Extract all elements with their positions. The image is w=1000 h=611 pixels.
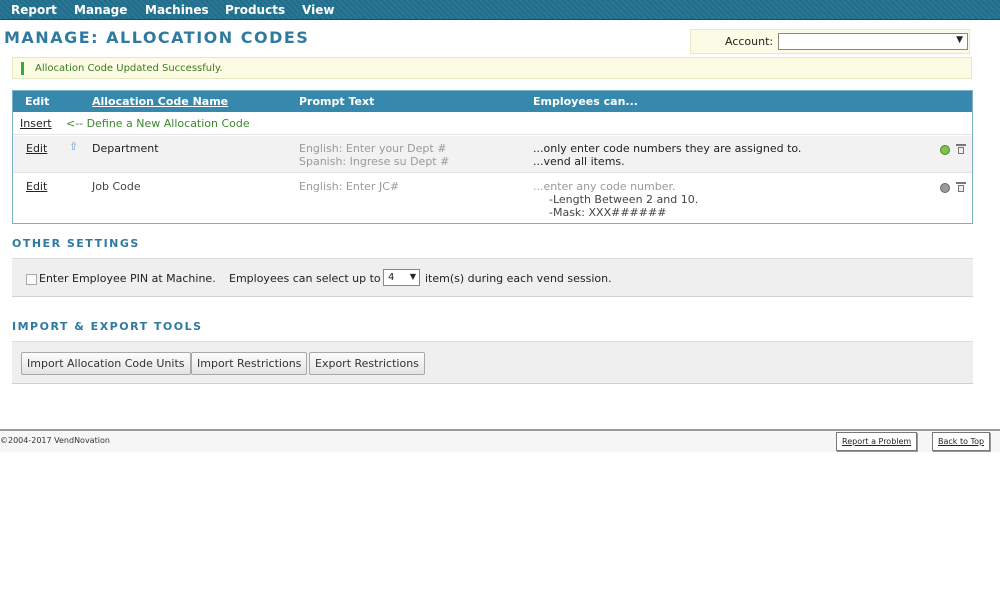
- nav-item-machines[interactable]: Machines: [145, 3, 209, 17]
- insert-link[interactable]: Insert: [20, 117, 52, 130]
- nav-item-view[interactable]: View: [302, 3, 334, 17]
- copyright: ©2004-2017 VendNovation: [0, 436, 110, 445]
- code-name: Department: [92, 142, 159, 155]
- import-allocation-units-button[interactable]: Import Allocation Code Units: [21, 352, 191, 375]
- code-name: Job Code: [92, 180, 141, 193]
- top-nav: Report Manage Machines Products View: [0, 0, 1000, 20]
- pin-label: Enter Employee PIN at Machine.: [39, 272, 216, 285]
- column-header-employees: Employees can...: [533, 95, 638, 108]
- max-items-value: 4: [388, 272, 395, 283]
- tools-panel: Import Allocation Code Units Import Rest…: [12, 341, 973, 384]
- allocation-codes-table: Edit Allocation Code Name Prompt Text Em…: [12, 90, 973, 224]
- success-alert: Allocation Code Updated Successfuly.: [12, 57, 972, 79]
- status-inactive-icon[interactable]: [940, 183, 950, 193]
- pin-checkbox[interactable]: [26, 274, 37, 285]
- column-header-name-sort[interactable]: Allocation Code Name: [92, 95, 228, 108]
- success-indicator: [21, 62, 24, 75]
- max-items-select[interactable]: 4 ▼: [383, 269, 420, 286]
- select-prefix: Employees can select up to: [229, 272, 381, 285]
- table-header: Edit Allocation Code Name Prompt Text Em…: [13, 91, 972, 112]
- prompt-text: Spanish: Ingrese su Dept #: [299, 155, 450, 168]
- other-settings-title: OTHER SETTINGS: [12, 237, 140, 250]
- page-title: MANAGE: ALLOCATION CODES: [4, 28, 310, 47]
- edit-link[interactable]: Edit: [26, 142, 47, 155]
- column-header-prompt: Prompt Text: [299, 95, 375, 108]
- trash-icon[interactable]: [956, 144, 966, 154]
- prompt-text: English: Enter your Dept #: [299, 142, 447, 155]
- table-row: Edit ⇧ Department English: Enter your De…: [13, 136, 972, 173]
- other-settings-panel: Enter Employee PIN at Machine. Employees…: [12, 258, 973, 297]
- export-restrictions-button[interactable]: Export Restrictions: [309, 352, 425, 375]
- dropdown-arrow-icon: ▼: [956, 35, 963, 45]
- edit-link[interactable]: Edit: [26, 180, 47, 193]
- report-problem-button[interactable]: Report a Problem: [836, 432, 918, 451]
- employee-permission: ...only enter code numbers they are assi…: [533, 142, 802, 155]
- nav-item-manage[interactable]: Manage: [74, 3, 127, 17]
- status-active-icon[interactable]: [940, 145, 950, 155]
- employee-permission: ...enter any code number.: [533, 180, 676, 193]
- dropdown-arrow-icon: ▼: [409, 272, 416, 281]
- employee-permission: -Length Between 2 and 10.: [549, 193, 699, 206]
- nav-item-report[interactable]: Report: [11, 3, 57, 17]
- select-suffix: item(s) during each vend session.: [425, 272, 612, 285]
- employee-permission: -Mask: XXX######: [549, 206, 667, 219]
- import-restrictions-button[interactable]: Import Restrictions: [191, 352, 308, 375]
- back-to-top-button[interactable]: Back to Top: [932, 432, 991, 451]
- employee-permission: ...vend all items.: [533, 155, 625, 168]
- move-up-icon[interactable]: ⇧: [69, 140, 78, 153]
- table-row: Edit Job Code English: Enter JC# ...ente…: [13, 174, 972, 222]
- trash-icon[interactable]: [956, 182, 966, 192]
- nav-item-products[interactable]: Products: [225, 3, 285, 17]
- tools-title: IMPORT & EXPORT TOOLS: [12, 320, 203, 333]
- account-label: Account:: [725, 35, 774, 48]
- account-selector: Account: ▼: [690, 29, 970, 54]
- prompt-text: English: Enter JC#: [299, 180, 400, 193]
- insert-hint: <-- Define a New Allocation Code: [66, 117, 250, 130]
- account-dropdown[interactable]: ▼: [778, 33, 968, 50]
- success-message: Allocation Code Updated Successfuly.: [35, 63, 223, 74]
- insert-row: Insert <-- Define a New Allocation Code: [13, 112, 972, 135]
- column-header-edit: Edit: [25, 95, 50, 108]
